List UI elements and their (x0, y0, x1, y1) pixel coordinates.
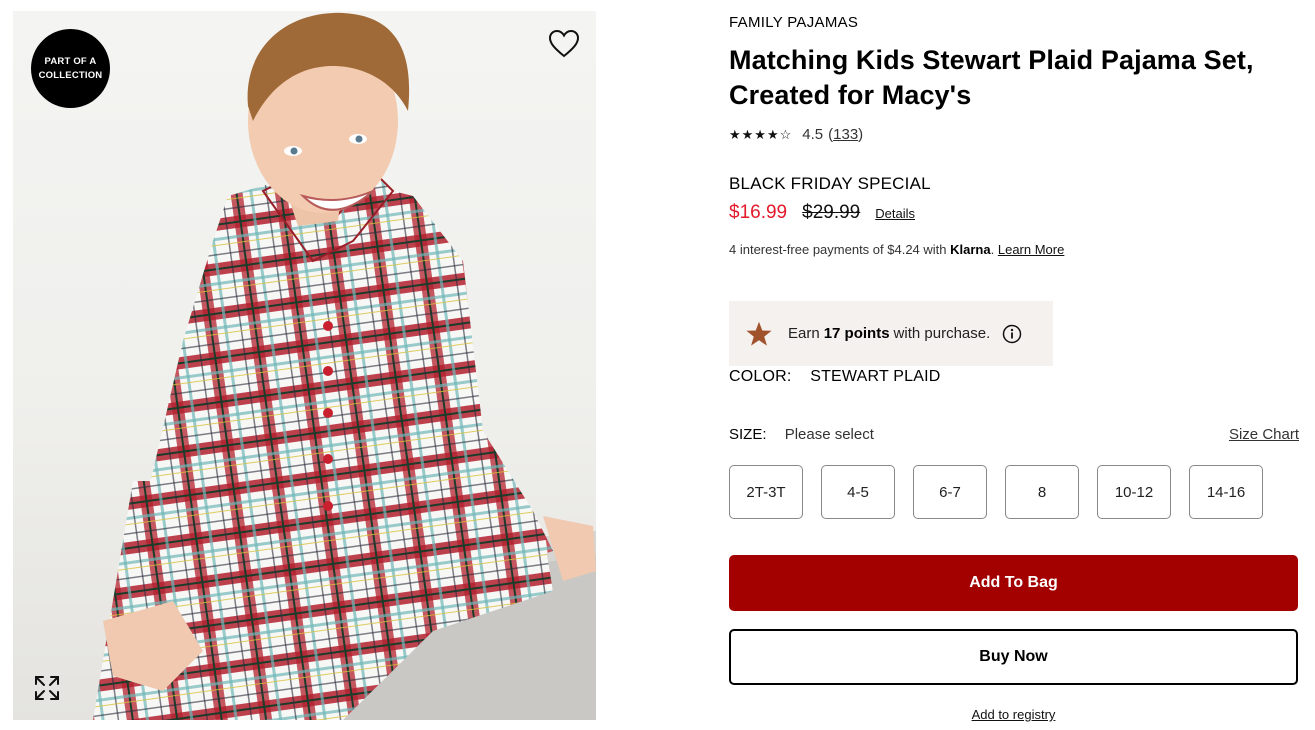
size-label: SIZE: (729, 426, 767, 443)
expand-arrows-icon (35, 676, 59, 700)
size-chart-link[interactable]: Size Chart (1229, 426, 1299, 443)
color-label: COLOR: (729, 368, 792, 385)
size-option-4-5[interactable]: 4-5 (821, 465, 895, 519)
size-option-10-12[interactable]: 10-12 (1097, 465, 1171, 519)
size-options: 2T-3T 4-5 6-7 8 10-12 14-16 (729, 465, 1281, 519)
size-option-14-16[interactable]: 14-16 (1189, 465, 1263, 519)
original-price: $29.99 (802, 202, 861, 223)
star-icon (746, 321, 772, 346)
rating-value: 4.5 (802, 126, 824, 143)
add-to-registry-link[interactable]: Add to registry (729, 707, 1298, 722)
size-option-6-7[interactable]: 6-7 (913, 465, 987, 519)
klarna-suffix: . (990, 242, 995, 257)
info-icon[interactable] (1002, 324, 1022, 344)
color-selection: COLOR: STEWART PLAID (729, 368, 941, 386)
size-option-8[interactable]: 8 (1005, 465, 1079, 519)
price-details-link[interactable]: Details (875, 206, 915, 221)
size-option-2t-3t[interactable]: 2T-3T (729, 465, 803, 519)
size-value: Please select (784, 426, 874, 443)
add-to-bag-button[interactable]: Add To Bag (729, 555, 1298, 611)
review-count-link[interactable]: 133 (833, 126, 858, 143)
points-text-pre: Earn (788, 325, 820, 342)
star-rating-icon: ★★★★☆ (729, 126, 793, 142)
sale-price: $16.99 (729, 202, 788, 223)
klarna-prefix: 4 interest-free payments of $4.24 with (729, 242, 947, 257)
wishlist-button[interactable] (548, 29, 580, 59)
points-text-post: with purchase. (893, 325, 991, 342)
color-value: STEWART PLAID (810, 368, 941, 385)
heart-outline-icon (548, 29, 580, 58)
brand-link[interactable]: FAMILY PAJAMAS (729, 14, 858, 31)
product-image[interactable]: PART OF A COLLECTION (13, 11, 596, 720)
expand-image-button[interactable] (33, 674, 61, 702)
rating-count-close: ) (858, 126, 864, 143)
promo-label: BLACK FRIDAY SPECIAL (729, 174, 931, 193)
klarna-logo: Klarna (950, 242, 991, 257)
rating-summary[interactable]: ★★★★☆ 4.5 (133) (729, 126, 863, 143)
klarna-learn-more-link[interactable]: Learn More (998, 242, 1064, 257)
product-photo-illustration (93, 12, 596, 720)
price-block: $16.99 $29.99 Details (729, 202, 915, 224)
size-selection: SIZE: Please select Size Chart (729, 426, 1299, 443)
points-amount: 17 points (823, 325, 890, 342)
collection-badge[interactable]: PART OF A COLLECTION (31, 29, 110, 108)
klarna-installments: 4 interest-free payments of $4.24 with K… (729, 242, 1064, 257)
product-title: Matching Kids Stewart Plaid Pajama Set, … (729, 45, 1254, 110)
rewards-points-banner: Earn 17 points with purchase. (729, 301, 1053, 366)
buy-now-button[interactable]: Buy Now (729, 629, 1298, 685)
